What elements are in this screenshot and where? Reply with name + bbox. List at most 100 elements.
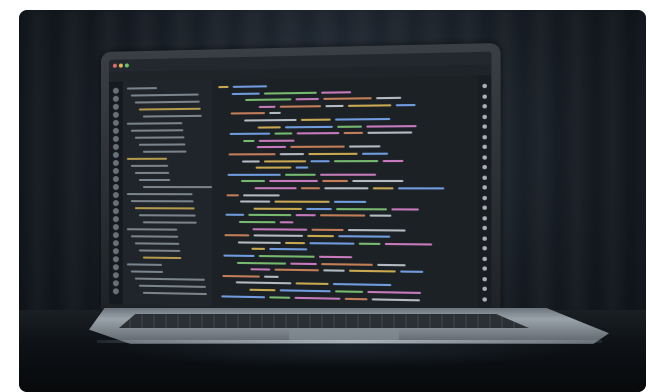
code-token: [296, 167, 309, 169]
code-token: [309, 242, 354, 245]
code-token: [274, 201, 329, 203]
code-token: [264, 275, 279, 277]
code-token: [269, 248, 307, 251]
activity-icon: [113, 104, 119, 110]
code-token: [280, 221, 294, 223]
explorer-tree-item: [135, 172, 169, 174]
code-token: [222, 275, 259, 278]
code-token: [259, 255, 315, 258]
minimap-marker: [482, 135, 487, 139]
activity-icon: [113, 152, 119, 158]
minimap-marker: [482, 165, 487, 169]
explorer-tree-item: [131, 94, 199, 97]
code-token: [256, 167, 292, 169]
activity-icon: [113, 224, 119, 230]
code-token: [396, 104, 416, 106]
explorer-tree-item: [143, 115, 202, 118]
code-token: [370, 215, 392, 217]
code-token: [280, 153, 304, 155]
code-token: [228, 174, 281, 176]
code-token: [252, 228, 307, 231]
minimap-marker: [482, 276, 487, 280]
code-token: [255, 187, 297, 189]
code-token: [324, 187, 368, 189]
code-token: [349, 270, 396, 273]
explorer-tree-item: [127, 158, 167, 160]
minimap-marker: [482, 155, 487, 159]
editor-minimap-rail: [478, 75, 492, 312]
activity-icon: [113, 288, 119, 294]
code-token: [372, 298, 420, 301]
code-token: [237, 261, 286, 264]
code-token: [337, 125, 362, 127]
activity-icon: [113, 136, 119, 142]
code-token: [250, 268, 270, 270]
code-token: [307, 235, 334, 237]
code-token: [221, 295, 265, 298]
code-token: [334, 201, 366, 203]
code-token: [280, 289, 331, 292]
code-token: [238, 241, 281, 244]
laptop-edge-highlight: [97, 340, 602, 343]
code-token: [334, 160, 378, 162]
code-token: [362, 153, 388, 155]
activity-icon: [113, 160, 119, 166]
code-token: [398, 187, 444, 189]
code-token: [243, 194, 280, 196]
code-token: [285, 125, 333, 128]
explorer-tree-item: [143, 186, 212, 188]
code-token: [335, 290, 363, 293]
activity-icon: [113, 264, 119, 270]
code-token: [367, 132, 412, 134]
code-token: [264, 160, 306, 162]
code-token: [230, 133, 271, 135]
code-token: [301, 119, 331, 121]
code-token: [251, 248, 265, 250]
minimap-marker: [482, 175, 487, 179]
code-token: [345, 297, 368, 300]
minimap-marker: [482, 226, 487, 230]
laptop-screen: [109, 52, 492, 313]
code-token: [295, 296, 341, 299]
code-editor-pane: [212, 75, 478, 312]
code-token: [227, 194, 239, 196]
activity-icon: [113, 216, 119, 222]
activity-icon: [113, 208, 119, 214]
code-token: [254, 207, 302, 209]
code-token: [248, 214, 291, 216]
explorer-tree-item: [127, 122, 182, 125]
code-token: [319, 256, 352, 259]
code-token: [229, 153, 276, 155]
code-token: [320, 173, 376, 175]
code-token: [308, 153, 357, 155]
activity-icon: [113, 96, 119, 102]
explorer-tree-item: [139, 108, 201, 111]
activity-icon: [113, 232, 119, 238]
code-token: [296, 283, 329, 286]
code-token: [218, 86, 228, 88]
code-token: [322, 180, 348, 182]
code-token: [249, 289, 275, 292]
laptop-trackpad: [289, 330, 399, 340]
code-token: [280, 105, 321, 108]
minimap-marker: [482, 287, 487, 291]
minimap-marker: [482, 236, 487, 240]
explorer-tree-item: [139, 214, 196, 216]
explorer-tree-item: [135, 207, 195, 209]
explorer-tree-item: [127, 228, 177, 230]
code-token: [274, 133, 292, 135]
code-token: [269, 180, 318, 182]
code-token: [232, 92, 260, 94]
minimap-marker: [482, 246, 487, 250]
code-token: [373, 187, 394, 189]
laptop-lid: [101, 43, 501, 319]
minimap-marker: [482, 84, 487, 88]
minimap-marker: [482, 185, 487, 189]
code-token: [285, 242, 305, 244]
activity-bar: [109, 82, 123, 305]
code-token: [377, 263, 405, 265]
explorer-tree-item: [127, 263, 162, 266]
code-token: [348, 229, 406, 232]
code-token: [306, 208, 332, 210]
activity-icon: [113, 240, 119, 246]
